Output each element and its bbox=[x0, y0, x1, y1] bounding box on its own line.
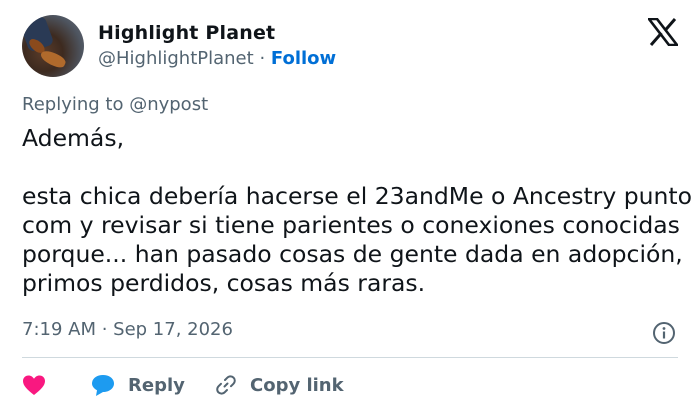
heart-icon bbox=[23, 375, 45, 395]
reply-context: Replying to @nypost bbox=[22, 94, 209, 115]
divider bbox=[22, 357, 678, 358]
copy-link-label: Copy link bbox=[250, 374, 344, 396]
separator-dot: · bbox=[259, 48, 266, 69]
x-logo-icon[interactable] bbox=[648, 18, 678, 46]
tweet-timestamp[interactable]: 7:19 AM · Sep 17, 2026 bbox=[22, 319, 233, 340]
info-icon[interactable] bbox=[652, 321, 676, 345]
link-icon bbox=[216, 375, 236, 395]
action-bar: Reply Copy link bbox=[22, 370, 682, 400]
tweet-text: Además, esta chica debería hacerse el 23… bbox=[22, 124, 693, 297]
author-handle[interactable]: @HighlightPlanet bbox=[98, 48, 254, 69]
copy-link-button[interactable]: Copy link bbox=[214, 370, 344, 400]
avatar[interactable] bbox=[22, 15, 84, 77]
author-handle-row: @HighlightPlanet · Follow bbox=[98, 48, 336, 69]
reply-bubble-icon bbox=[92, 375, 114, 396]
avatar-shoe bbox=[38, 48, 68, 70]
reply-button[interactable]: Reply bbox=[90, 370, 185, 400]
author-name[interactable]: Highlight Planet bbox=[98, 22, 275, 44]
reply-label: Reply bbox=[128, 374, 185, 396]
like-button[interactable] bbox=[22, 370, 46, 400]
follow-button[interactable]: Follow bbox=[271, 48, 336, 69]
